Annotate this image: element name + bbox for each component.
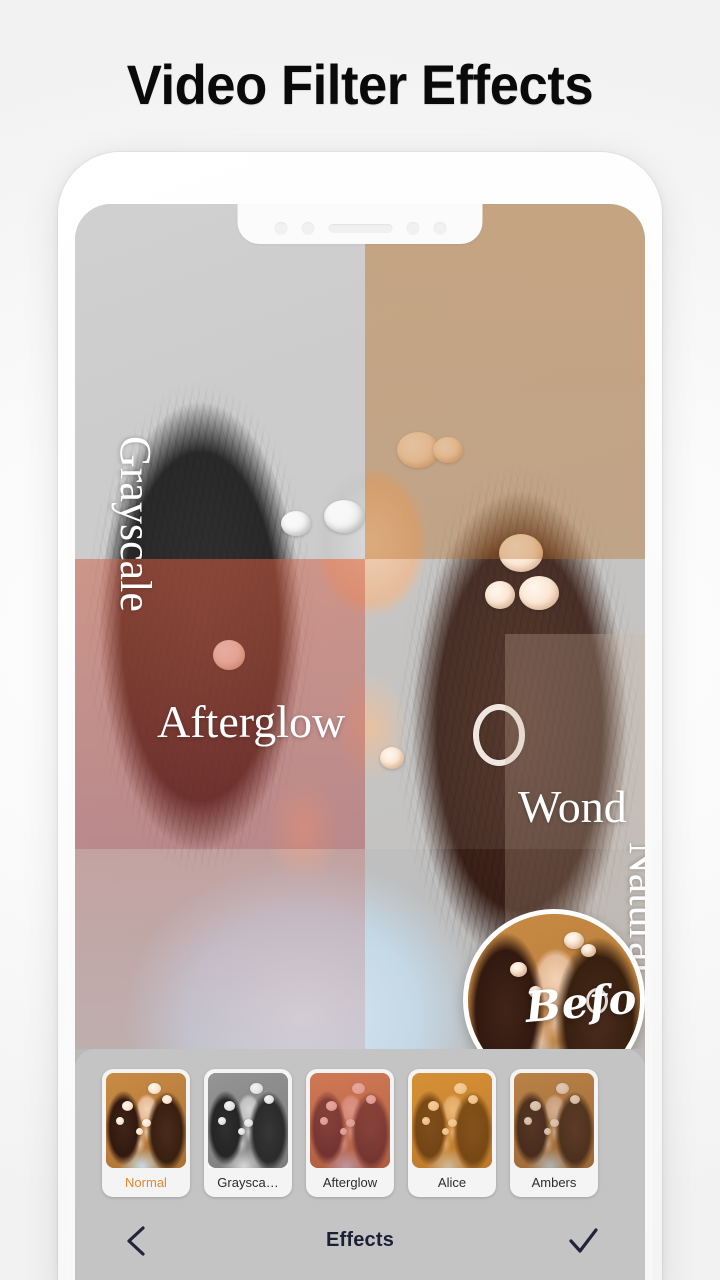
rose-decoration bbox=[499, 534, 543, 572]
rose-decoration bbox=[380, 747, 404, 769]
filter-item-normal[interactable]: Normal bbox=[102, 1069, 190, 1197]
sensor-dot-icon bbox=[433, 221, 446, 235]
filter-thumbnail-tint bbox=[106, 1073, 186, 1168]
before-preview-circle[interactable]: Before bbox=[463, 909, 645, 1049]
rose-decoration bbox=[213, 640, 245, 670]
back-button[interactable] bbox=[117, 1221, 157, 1261]
phone-notch bbox=[237, 204, 483, 244]
filter-thumbnail bbox=[514, 1073, 594, 1168]
filter-item-label: Graysca… bbox=[217, 1175, 279, 1190]
filter-item-alice[interactable]: Alice bbox=[408, 1069, 496, 1197]
confirm-button[interactable] bbox=[563, 1221, 603, 1261]
photo-preview[interactable]: Grayscale Afterglow Wond Natural After B… bbox=[75, 204, 645, 1049]
filter-item-afterglow[interactable]: Afterglow bbox=[306, 1069, 394, 1197]
chevron-left-icon bbox=[127, 1225, 145, 1256]
earpiece-speaker-icon bbox=[328, 223, 392, 233]
effects-panel: Normal Graysca… Afterglow Alice Ambers Effec… bbox=[75, 1049, 645, 1280]
rose-decoration bbox=[433, 437, 463, 463]
sensor-dot-icon bbox=[301, 221, 314, 235]
filter-item-label: Normal bbox=[125, 1175, 167, 1190]
page-title: Video Filter Effects bbox=[126, 53, 594, 116]
filter-thumbnail-tint bbox=[412, 1073, 492, 1168]
rose-decoration bbox=[281, 511, 311, 536]
filter-thumbnail-tint bbox=[310, 1073, 390, 1168]
filter-thumbnail-tint bbox=[208, 1073, 288, 1168]
rose-decoration bbox=[519, 576, 559, 610]
bottom-toolbar: Effects bbox=[75, 1201, 645, 1280]
rose-decoration bbox=[485, 581, 515, 609]
filter-thumbnail bbox=[412, 1073, 492, 1168]
filter-item-label: Alice bbox=[437, 1175, 467, 1190]
phone-mockup-frame: Grayscale Afterglow Wond Natural After B… bbox=[58, 152, 662, 1280]
sensor-dot-icon bbox=[406, 221, 419, 235]
checkmark-icon bbox=[569, 1227, 598, 1253]
filter-label-afterglow: Afterglow bbox=[157, 696, 346, 747]
filter-label-wond: Wond bbox=[518, 781, 627, 832]
sensor-dot-icon bbox=[274, 221, 287, 235]
hoop-earring bbox=[473, 704, 525, 766]
filter-thumbnail bbox=[310, 1073, 390, 1168]
toolbar-title: Effects bbox=[325, 1229, 395, 1251]
filter-thumbnail bbox=[208, 1073, 288, 1168]
filter-item-ambers[interactable]: Ambers bbox=[510, 1069, 598, 1197]
phone-screen: Grayscale Afterglow Wond Natural After B… bbox=[75, 204, 645, 1280]
filter-thumbnail-tint bbox=[514, 1073, 594, 1168]
filter-label-grayscale: Grayscale bbox=[111, 436, 160, 612]
filter-thumbnail-strip[interactable]: Normal Graysca… Afterglow Alice Ambers bbox=[75, 1065, 645, 1201]
rose-decoration bbox=[324, 500, 364, 533]
filter-thumbnail bbox=[106, 1073, 186, 1168]
rose-decoration bbox=[510, 962, 527, 977]
filter-item-label: Afterglow bbox=[322, 1175, 378, 1190]
filter-item-graysca[interactable]: Graysca… bbox=[204, 1069, 292, 1197]
filter-item-label: Ambers bbox=[531, 1175, 577, 1190]
rose-decoration bbox=[581, 944, 596, 957]
